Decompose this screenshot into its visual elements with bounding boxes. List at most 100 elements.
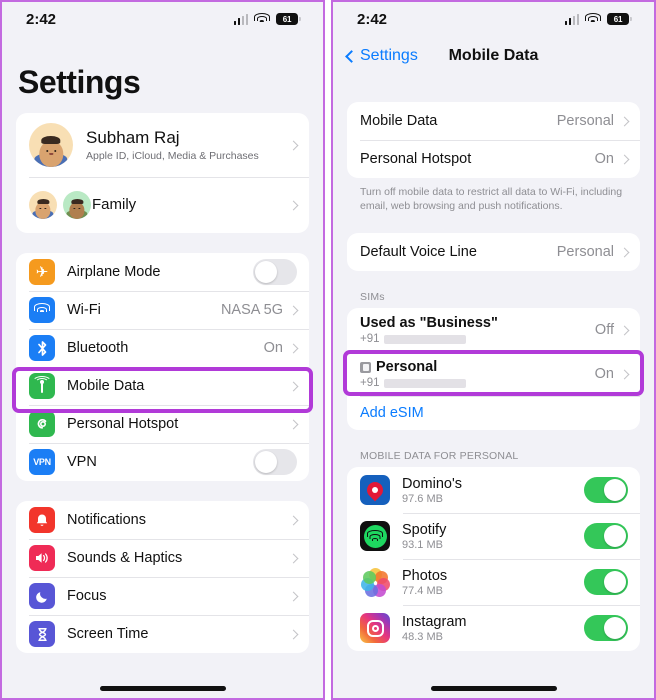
sidebar-item-mobile-data[interactable]: Mobile Data: [16, 367, 309, 405]
sims-section-header: SIMs: [360, 291, 385, 304]
dominos-icon: [360, 475, 390, 506]
app-data-usage: 77.4 MB: [402, 584, 443, 597]
app-toggle-dominos[interactable]: [584, 477, 628, 504]
row-label: VPN: [67, 454, 97, 470]
row-mobile-data[interactable]: Mobile Data Personal: [347, 102, 640, 140]
app-toggle-instagram[interactable]: [584, 615, 628, 642]
vpn-toggle[interactable]: [253, 449, 297, 475]
hourglass-icon: [29, 621, 55, 647]
back-label: Settings: [360, 47, 418, 64]
status-time: 2:42: [357, 10, 388, 28]
battery-level: 61: [282, 14, 292, 24]
apps-group: Domino's 97.6 MB Spotify 93.1 MB Photos …: [347, 467, 640, 652]
row-label: Default Voice Line: [360, 244, 477, 261]
app-name: Photos: [402, 567, 448, 584]
airplane-mode-toggle[interactable]: [253, 259, 297, 285]
row-value: Personal: [556, 113, 614, 129]
battery-level: 61: [613, 14, 623, 24]
sim-row-personal[interactable]: Personal +91 On: [347, 352, 640, 396]
voice-line-group: Default Voice Line Personal: [347, 233, 640, 272]
bell-icon: [29, 507, 55, 533]
notifications-group: Notifications Sounds & Haptics Focus Scr…: [16, 501, 309, 653]
account-subtitle: Apple ID, iCloud, Media & Purchases: [86, 150, 259, 163]
chevron-right-icon: [288, 629, 299, 639]
family-label: Family: [92, 196, 137, 213]
row-label: Sounds & Haptics: [67, 550, 183, 566]
row-default-voice-line[interactable]: Default Voice Line Personal: [347, 233, 640, 271]
sidebar-item-notifications[interactable]: Notifications: [16, 501, 309, 539]
row-label: Mobile Data: [360, 113, 438, 129]
account-name: Subham Raj: [86, 127, 180, 147]
chevron-right-icon: [288, 381, 299, 391]
sim-title: Used as "Business": [360, 315, 498, 332]
avatar: [29, 123, 73, 167]
app-data-usage: 97.6 MB: [402, 492, 443, 505]
app-data-usage: 48.3 MB: [402, 630, 443, 643]
nav-bar: Settings Mobile Data: [333, 36, 654, 76]
chevron-right-icon: [619, 369, 630, 380]
wifi-icon: [254, 13, 270, 25]
app-row-photos: Photos 77.4 MB: [347, 559, 640, 605]
chevron-right-icon: [619, 247, 630, 258]
app-row-spotify: Spotify 93.1 MB: [347, 513, 640, 559]
app-toggle-photos[interactable]: [584, 569, 628, 596]
apple-id-row[interactable]: Subham Raj Apple ID, iCloud, Media & Pur…: [16, 113, 309, 177]
back-button[interactable]: Settings: [345, 47, 418, 65]
sidebar-item-personal-hotspot[interactable]: Personal Hotspot: [16, 405, 309, 443]
battery-icon: 61: [276, 13, 301, 25]
home-indicator: [99, 686, 226, 691]
chevron-right-icon: [288, 140, 299, 150]
row-label: Focus: [67, 588, 107, 604]
sidebar-item-screen-time[interactable]: Screen Time: [16, 615, 309, 653]
row-label: Mobile Data: [67, 378, 145, 394]
row-label: Bluetooth: [67, 340, 129, 356]
chevron-right-icon: [619, 325, 630, 336]
battery-icon: 61: [607, 13, 632, 25]
family-row[interactable]: Family: [16, 177, 309, 233]
row-label: Wi-Fi: [67, 302, 101, 318]
row-personal-hotspot[interactable]: Personal Hotspot On: [347, 140, 640, 178]
sims-group: Used as "Business" +91 Off Personal +91 …: [347, 308, 640, 431]
right-phone-mobile-data-screen: 2:42 61 Settings Mobile Data Mobile Data: [331, 0, 656, 700]
app-toggle-spotify[interactable]: [584, 523, 628, 550]
avatar: [29, 191, 57, 219]
sidebar-item-sounds-haptics[interactable]: Sounds & Haptics: [16, 539, 309, 577]
sim-number-prefix: +91: [360, 333, 380, 346]
row-label: Airplane Mode: [67, 264, 161, 280]
apps-section-header: MOBILE DATA FOR PERSONAL: [360, 450, 519, 463]
chevron-right-icon: [619, 116, 630, 126]
app-data-usage: 93.1 MB: [402, 538, 443, 551]
chevron-right-icon: [288, 343, 299, 353]
sidebar-item-focus[interactable]: Focus: [16, 577, 309, 615]
sidebar-item-bluetooth[interactable]: Bluetooth On: [16, 329, 309, 367]
signal-icon: [233, 13, 248, 25]
row-label: Screen Time: [67, 626, 149, 642]
spotify-icon: [360, 521, 390, 552]
sidebar-item-vpn[interactable]: VPN VPN: [16, 443, 309, 481]
vpn-icon: VPN: [29, 449, 55, 475]
antenna-icon: [29, 373, 55, 399]
chevron-right-icon: [288, 591, 299, 601]
add-esim-button[interactable]: Add eSIM: [347, 396, 640, 430]
chevron-right-icon: [288, 200, 299, 210]
chevron-right-icon: [288, 419, 299, 429]
connectivity-group: ✈ Airplane Mode Wi-Fi NASA 5G Bluetooth …: [16, 253, 309, 481]
status-bar-left: 2:42 61: [2, 2, 323, 36]
sidebar-item-wifi[interactable]: Wi-Fi NASA 5G: [16, 291, 309, 329]
wifi-icon: [29, 297, 55, 323]
photos-icon: [360, 567, 390, 597]
app-row-dominos: Domino's 97.6 MB: [347, 467, 640, 513]
instagram-icon: [360, 613, 390, 644]
sidebar-item-airplane-mode[interactable]: ✈ Airplane Mode: [16, 253, 309, 291]
app-name: Domino's: [402, 475, 462, 492]
app-row-instagram: Instagram 48.3 MB: [347, 605, 640, 651]
account-group: Subham Raj Apple ID, iCloud, Media & Pur…: [16, 113, 309, 233]
speaker-icon: [29, 545, 55, 571]
sim-row-business[interactable]: Used as "Business" +91 Off: [347, 308, 640, 352]
sim-state: On: [594, 366, 614, 383]
chevron-left-icon: [345, 49, 358, 63]
sim-number-prefix: +91: [360, 377, 380, 390]
redacted-number: [383, 334, 466, 344]
avatar: [63, 191, 91, 219]
sim-state: Off: [594, 322, 614, 339]
